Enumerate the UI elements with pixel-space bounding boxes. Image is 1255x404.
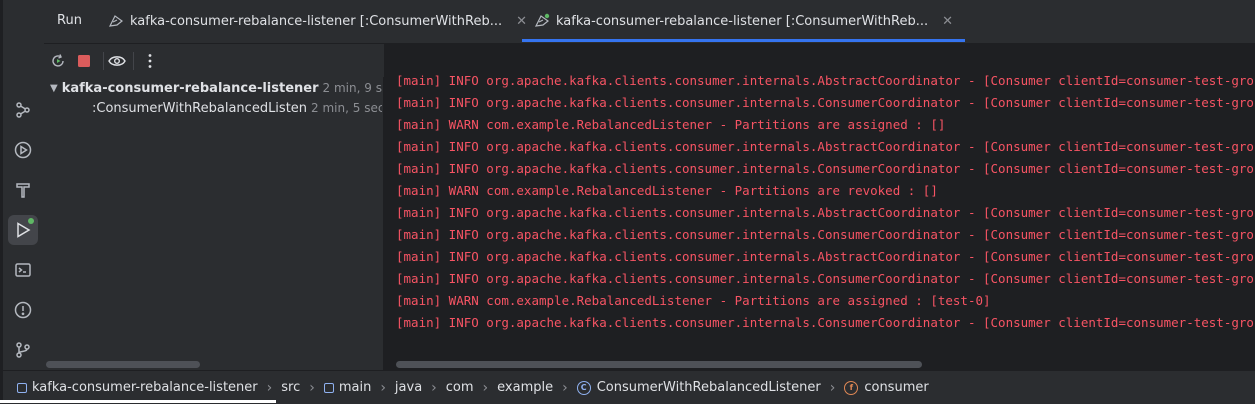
git-branch-icon[interactable] xyxy=(8,335,38,365)
breadcrumb-java[interactable]: java xyxy=(395,380,422,395)
breadcrumb: kafka-consumer-rebalance-listener › src … xyxy=(3,370,1255,404)
log-line: [main] INFO org.apache.kafka.clients.con… xyxy=(396,161,1255,176)
breadcrumb-class[interactable]: C ConsumerWithRebalancedListener xyxy=(576,380,821,395)
breadcrumb-label: ConsumerWithRebalancedListener xyxy=(596,380,821,395)
log-line: [main] INFO org.apache.kafka.clients.con… xyxy=(396,205,1255,220)
run-tool-title: Run xyxy=(57,13,82,28)
chevron-right-icon: › xyxy=(309,379,315,396)
log-line: [main] WARN com.example.RebalancedListen… xyxy=(396,293,991,308)
stop-icon[interactable] xyxy=(74,51,94,71)
log-line: [main] INFO org.apache.kafka.clients.con… xyxy=(396,73,1255,88)
class-icon: C xyxy=(576,380,591,395)
more-options-icon[interactable] xyxy=(140,51,160,71)
eye-icon[interactable] xyxy=(107,51,127,71)
breadcrumb-example[interactable]: example xyxy=(497,380,553,395)
run-tool-window-icon[interactable] xyxy=(8,215,38,245)
breadcrumb-field[interactable]: f consumer xyxy=(844,380,929,395)
activity-bar xyxy=(3,0,45,370)
build-hammer-icon[interactable] xyxy=(8,175,38,205)
tab-close-icon[interactable]: ✕ xyxy=(942,14,953,29)
field-icon: f xyxy=(844,380,859,395)
chevron-right-icon: › xyxy=(482,379,489,396)
log-line: [main] INFO org.apache.kafka.clients.con… xyxy=(396,315,1255,330)
tree-row-child[interactable]: :ConsumerWithRebalancedListen 2 min, 5 s… xyxy=(88,98,382,118)
breadcrumb-com[interactable]: com xyxy=(446,380,474,395)
folder-icon xyxy=(323,382,334,393)
log-line: [main] INFO org.apache.kafka.clients.con… xyxy=(396,95,1255,110)
log-line: [main] INFO org.apache.kafka.clients.con… xyxy=(396,139,1255,154)
tab-run-config-2[interactable]: kafka-consumer-rebalance-listener [:Cons… xyxy=(522,0,966,42)
breadcrumb-main[interactable]: main xyxy=(323,380,372,395)
terminal-icon[interactable] xyxy=(8,255,38,285)
tree-item-label: :ConsumerWithRebalancedListen xyxy=(92,100,308,116)
tree-horizontal-scrollbar[interactable] xyxy=(46,361,200,368)
chevron-right-icon: › xyxy=(266,379,273,396)
chevron-right-icon: › xyxy=(562,379,568,396)
log-line: [main] WARN com.example.RebalancedListen… xyxy=(396,183,938,198)
tab-label: kafka-consumer-rebalance-listener [:Cons… xyxy=(130,13,503,29)
chevron-down-icon[interactable]: ▼ xyxy=(50,83,58,94)
log-line: [main] INFO org.apache.kafka.clients.con… xyxy=(396,249,1255,264)
breadcrumb-module[interactable]: kafka-consumer-rebalance-listener xyxy=(17,380,258,395)
breadcrumb-src[interactable]: src xyxy=(281,380,300,395)
rerun-icon[interactable] xyxy=(48,51,68,71)
chevron-right-icon: › xyxy=(829,379,836,396)
run-tab-bar: Run kafka-consumer-rebalance-listener [:… xyxy=(44,0,1255,44)
run-config-running-icon xyxy=(534,13,550,27)
log-line: [main] WARN com.example.RebalancedListen… xyxy=(396,117,946,132)
breadcrumb-label: consumer xyxy=(864,380,929,395)
running-indicator xyxy=(28,218,34,224)
chevron-right-icon: › xyxy=(380,379,386,396)
debug-play-icon[interactable] xyxy=(8,135,38,165)
run-toolbar xyxy=(44,44,383,77)
tree-item-label: kafka-consumer-rebalance-listener xyxy=(61,80,319,96)
problems-icon[interactable] xyxy=(8,295,38,325)
tab-label: kafka-consumer-rebalance-listener [:Cons… xyxy=(556,13,929,29)
toolbar-separator xyxy=(103,52,104,70)
tree-row-root[interactable]: ▼ kafka-consumer-rebalance-listener 2 mi… xyxy=(50,78,382,98)
console-output[interactable]: [main] INFO org.apache.kafka.clients.con… xyxy=(384,44,1255,370)
run-config-icon xyxy=(108,15,123,27)
log-line: [main] INFO org.apache.kafka.clients.con… xyxy=(396,227,1255,242)
run-tree: ▼ kafka-consumer-rebalance-listener 2 mi… xyxy=(44,77,384,370)
log-line: [main] INFO org.apache.kafka.clients.con… xyxy=(396,271,1255,286)
tab-run-config-1[interactable]: kafka-consumer-rebalance-listener [:Cons… xyxy=(108,0,527,42)
breadcrumb-label: kafka-consumer-rebalance-listener xyxy=(32,380,258,395)
chevron-right-icon: › xyxy=(431,379,437,396)
breadcrumb-label: main xyxy=(338,380,372,395)
tree-item-duration: 2 min, 5 sec xyxy=(311,101,382,115)
console-horizontal-scrollbar[interactable] xyxy=(396,361,922,368)
module-icon xyxy=(17,382,27,393)
tree-item-duration: 2 min, 9 sec xyxy=(322,81,382,95)
toolbar-separator xyxy=(133,52,134,70)
services-icon[interactable] xyxy=(8,95,38,125)
